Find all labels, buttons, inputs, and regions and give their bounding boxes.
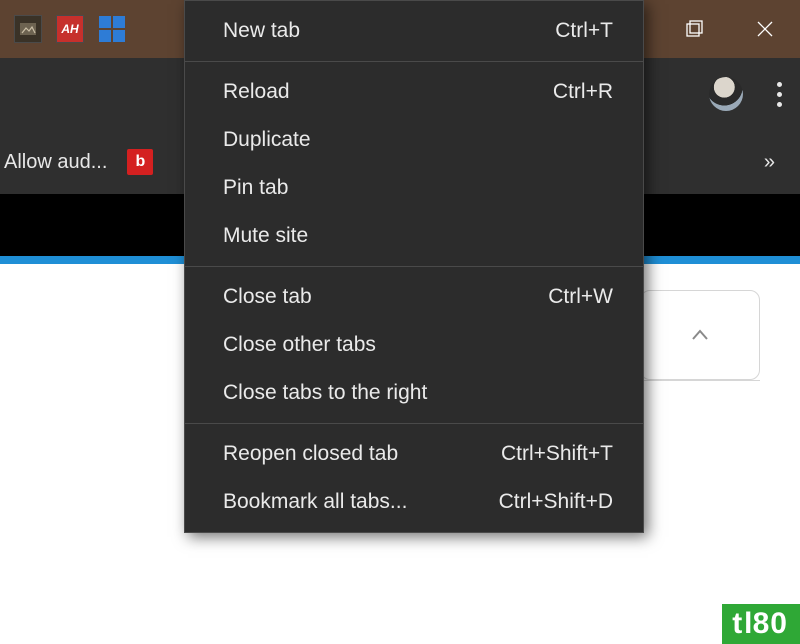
context-menu-item-shortcut: Ctrl+W bbox=[548, 285, 613, 309]
context-menu-item[interactable]: Reload Ctrl+R bbox=[185, 68, 643, 116]
profile-avatar[interactable] bbox=[709, 77, 743, 111]
context-menu-item-label: Close tab bbox=[223, 285, 312, 309]
chevron-up-icon bbox=[689, 324, 711, 346]
context-menu-item[interactable]: New tab Ctrl+T bbox=[185, 7, 643, 55]
bookmarks-overflow-button[interactable]: » bbox=[764, 151, 772, 174]
task-icon-ah[interactable]: AH bbox=[56, 15, 84, 43]
task-icon-windows[interactable] bbox=[98, 15, 126, 43]
context-menu-item[interactable]: Reopen closed tab Ctrl+Shift+T bbox=[185, 430, 643, 478]
context-menu-item-label: Duplicate bbox=[223, 128, 311, 152]
picture-icon bbox=[20, 23, 36, 35]
kebab-dot-icon bbox=[777, 92, 782, 97]
task-icon-picture[interactable] bbox=[14, 15, 42, 43]
context-menu-item[interactable]: Duplicate bbox=[185, 116, 643, 164]
bookmark-item-b[interactable]: b bbox=[127, 149, 153, 175]
context-menu-item-shortcut: Ctrl+Shift+D bbox=[499, 490, 613, 514]
collapse-card[interactable] bbox=[640, 290, 760, 380]
close-icon bbox=[756, 20, 774, 38]
bookmark-item-allow-audio[interactable]: Allow aud... bbox=[4, 151, 107, 174]
kebab-dot-icon bbox=[777, 82, 782, 87]
context-menu-item[interactable]: Close other tabs bbox=[185, 321, 643, 369]
context-menu-item[interactable]: Mute site bbox=[185, 212, 643, 260]
context-menu-item-label: Reload bbox=[223, 80, 290, 104]
windows-icon bbox=[99, 16, 125, 42]
context-menu-item-label: Pin tab bbox=[223, 176, 288, 200]
window-close-button[interactable] bbox=[730, 0, 800, 58]
tab-context-menu: New tab Ctrl+T Reload Ctrl+R Duplicate Pin ta… bbox=[184, 0, 644, 533]
context-menu-item-shortcut: Ctrl+Shift+T bbox=[501, 442, 613, 466]
context-menu-item-label: Close other tabs bbox=[223, 333, 376, 357]
context-menu-item-label: New tab bbox=[223, 19, 300, 43]
context-menu-item-label: Mute site bbox=[223, 224, 308, 248]
browser-menu-button[interactable] bbox=[771, 76, 788, 113]
window-controls bbox=[660, 0, 800, 58]
context-menu-item-shortcut: Ctrl+T bbox=[555, 19, 613, 43]
watermark-badge: tl80 bbox=[722, 604, 800, 644]
context-menu-item-label: Bookmark all tabs... bbox=[223, 490, 407, 514]
context-menu-separator bbox=[185, 266, 643, 267]
restore-icon bbox=[686, 20, 704, 38]
kebab-dot-icon bbox=[777, 102, 782, 107]
window-restore-button[interactable] bbox=[660, 0, 730, 58]
context-menu-item-shortcut: Ctrl+R bbox=[553, 80, 613, 104]
context-menu-item[interactable]: Pin tab bbox=[185, 164, 643, 212]
context-menu-item-label: Reopen closed tab bbox=[223, 442, 398, 466]
card-divider bbox=[640, 380, 760, 381]
context-menu-separator bbox=[185, 423, 643, 424]
context-menu-item[interactable]: Close tabs to the right bbox=[185, 369, 643, 417]
context-menu-item-label: Close tabs to the right bbox=[223, 381, 427, 405]
context-menu-separator bbox=[185, 61, 643, 62]
context-menu-item[interactable]: Bookmark all tabs... Ctrl+Shift+D bbox=[185, 478, 643, 526]
context-menu-item[interactable]: Close tab Ctrl+W bbox=[185, 273, 643, 321]
